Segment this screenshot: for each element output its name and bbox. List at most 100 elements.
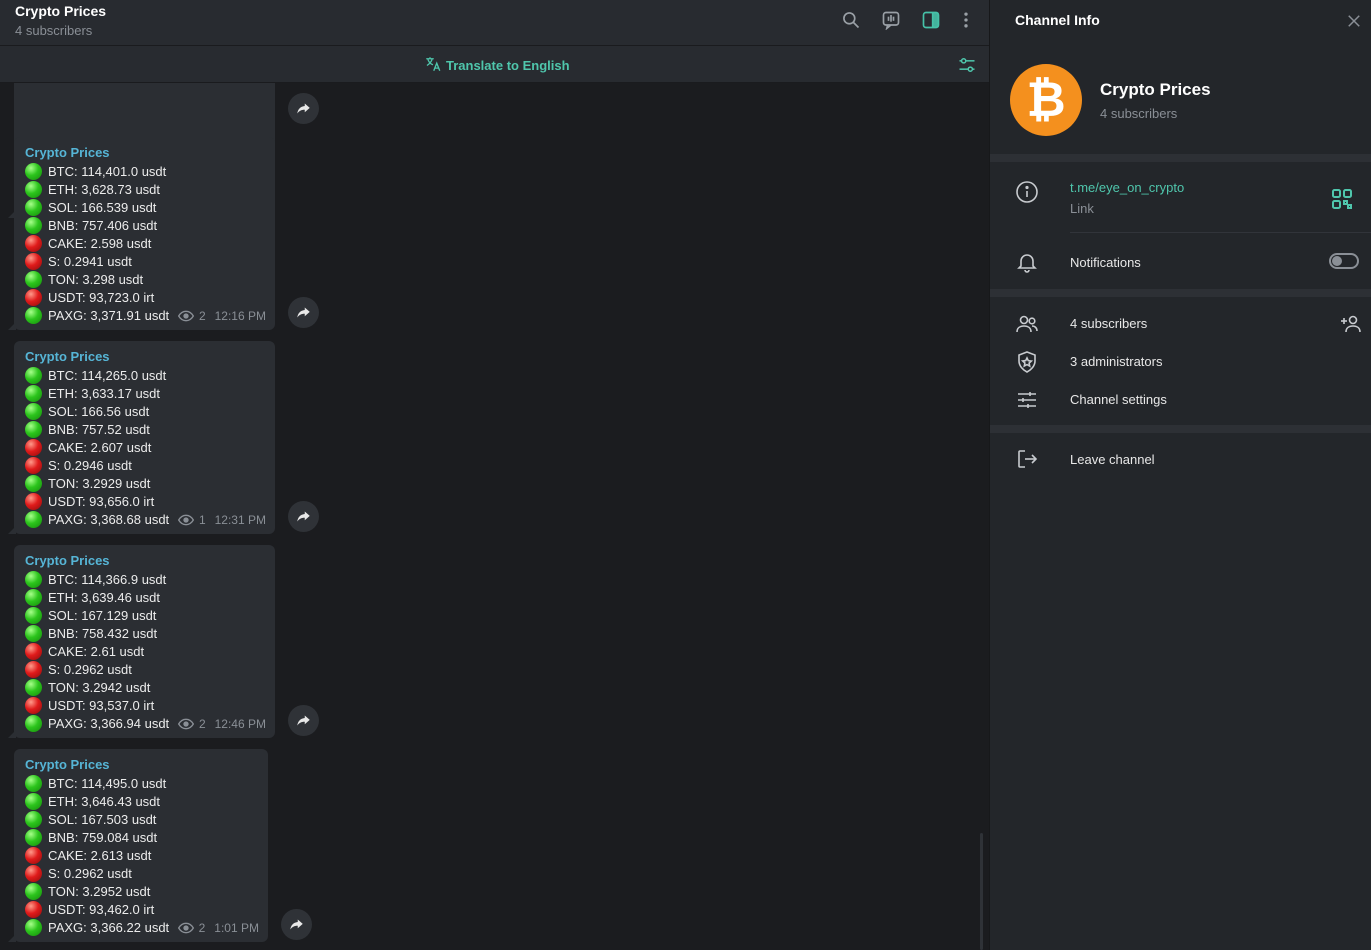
administrators-item[interactable]: 3 administrators: [1070, 354, 1162, 369]
sidebar-toggle-icon[interactable]: [920, 9, 942, 31]
scrollbar[interactable]: [980, 833, 983, 950]
info-icon: [1015, 180, 1039, 204]
price-row: S: 0.2962 usdt: [25, 864, 257, 882]
channel-info-panel: Channel Info ₿ Crypto Prices 4 subscribe…: [989, 0, 1371, 950]
red-circle-icon: [25, 456, 42, 474]
users-icon: [1015, 312, 1039, 336]
channel-name: Crypto Prices: [1100, 80, 1211, 99]
price-text: S: 0.2962 usdt: [48, 661, 132, 677]
message-bubble[interactable]: Crypto Prices BTC: 114,366.9 usdt ETH: 3,6…: [8, 545, 275, 738]
price-text: PAXG: 3,368.68 usdt: [48, 511, 170, 527]
price-text: BTC: 114,265.0 usdt: [48, 367, 167, 383]
price-text: S: 0.2941 usdt: [48, 253, 132, 269]
channel-avatar[interactable]: ₿: [1010, 64, 1082, 136]
message-bubble[interactable]: Crypto Prices BTC: 114,265.0 usdt ETH: 3,6…: [8, 341, 275, 534]
red-circle-icon: [25, 900, 42, 918]
translate-button[interactable]: Translate to English: [424, 55, 570, 76]
green-circle-icon: [25, 678, 42, 696]
price-text: ETH: 3,633.17 usdt: [48, 385, 161, 401]
message-sender[interactable]: Crypto Prices: [25, 348, 264, 366]
price-row: BNB: 759.084 usdt: [25, 828, 257, 846]
green-circle-icon: [25, 270, 42, 288]
price-text: PAXG: 3,366.94 usdt: [48, 715, 170, 731]
price-text: SOL: 166.56 usdt: [48, 403, 150, 419]
notifications-label: Notifications: [1070, 255, 1141, 270]
more-icon[interactable]: [955, 9, 977, 31]
message-meta: 2 12:46 PM: [177, 717, 266, 731]
price-row: CAKE: 2.613 usdt: [25, 846, 257, 864]
bubble-tail: [8, 730, 16, 738]
price-text: TON: 3.298 usdt: [48, 271, 144, 287]
eye-icon: [177, 718, 194, 730]
price-text: CAKE: 2.598 usdt: [48, 235, 152, 251]
price-row: USDT: 93,656.0 irt: [25, 492, 264, 510]
green-circle-icon: [25, 510, 42, 528]
message-list[interactable]: USDT: 93,909.0 irtPAXG: 3,373.99 usdt112…: [0, 83, 989, 950]
forward-arrow-icon: [297, 511, 310, 522]
price-row: SOL: 166.56 usdt: [25, 402, 264, 420]
chat-title[interactable]: Crypto Prices: [15, 3, 106, 19]
red-circle-icon: [25, 288, 42, 306]
shield-star-icon: [1015, 350, 1039, 374]
forward-arrow-icon: [297, 103, 310, 114]
forward-button[interactable]: [288, 297, 319, 328]
price-row: S: 0.2962 usdt: [25, 660, 264, 678]
forward-arrow-icon: [297, 715, 310, 726]
price-text: BNB: 757.406 usdt: [48, 217, 158, 233]
price-text: USDT: 93,723.0 irt: [48, 289, 155, 305]
forward-button[interactable]: [288, 705, 319, 736]
leave-channel-item[interactable]: Leave channel: [1070, 452, 1155, 467]
view-count: 2: [198, 717, 206, 731]
subscribers-item[interactable]: 4 subscribers: [1070, 316, 1147, 331]
price-row: ETH: 3,639.46 usdt: [25, 588, 264, 606]
message-bubble[interactable]: Crypto Prices BTC: 114,495.0 usdt ETH: 3,6…: [8, 749, 268, 942]
message-sender[interactable]: Crypto Prices: [25, 552, 264, 570]
view-count: 1: [198, 513, 206, 527]
price-text: TON: 3.2952 usdt: [48, 883, 151, 899]
qr-code-icon[interactable]: [1330, 187, 1352, 209]
price-row: BTC: 114,265.0 usdt: [25, 366, 264, 384]
divider: [1070, 232, 1371, 233]
close-icon[interactable]: [1345, 12, 1363, 30]
translate-label: Translate to English: [446, 58, 570, 73]
forward-button[interactable]: [288, 501, 319, 532]
price-row: BNB: 757.52 usdt: [25, 420, 264, 438]
forward-button[interactable]: [288, 93, 319, 124]
price-text: S: 0.2962 usdt: [48, 865, 132, 881]
price-text: ETH: 3,628.73 usdt: [48, 181, 161, 197]
green-circle-icon: [25, 918, 42, 936]
green-circle-icon: [25, 306, 42, 324]
bell-icon: [1015, 250, 1039, 274]
forward-button[interactable]: [281, 909, 312, 940]
live-stream-icon[interactable]: [880, 9, 902, 31]
translate-icon: [424, 55, 442, 76]
green-circle-icon: [25, 180, 42, 198]
green-circle-icon: [25, 420, 42, 438]
price-text: BNB: 759.084 usdt: [48, 829, 158, 845]
message-sender[interactable]: Crypto Prices: [25, 144, 264, 162]
message-bubble[interactable]: Crypto Prices BTC: 114,401.0 usdt ETH: 3,6…: [8, 137, 275, 330]
channel-link[interactable]: t.me/eye_on_crypto: [1070, 180, 1184, 195]
price-row: TON: 3.2942 usdt: [25, 678, 264, 696]
price-text: USDT: 93,537.0 irt: [48, 697, 155, 713]
price-text: SOL: 167.503 usdt: [48, 811, 157, 827]
notifications-toggle[interactable]: [1329, 253, 1359, 269]
chat-header[interactable]: Crypto Prices 4 subscribers: [0, 0, 989, 46]
message-sender[interactable]: Crypto Prices: [25, 756, 257, 774]
price-row: ETH: 3,628.73 usdt: [25, 180, 264, 198]
red-circle-icon: [25, 642, 42, 660]
green-circle-icon: [25, 714, 42, 732]
channel-settings-item[interactable]: Channel settings: [1070, 392, 1167, 407]
view-count: 2: [198, 309, 206, 323]
green-circle-icon: [25, 162, 42, 180]
translate-settings-icon[interactable]: [957, 55, 977, 75]
price-text: CAKE: 2.613 usdt: [48, 847, 152, 863]
eye-icon: [177, 310, 194, 322]
price-row: ETH: 3,646.43 usdt: [25, 792, 257, 810]
settings-sliders-icon: [1015, 388, 1039, 412]
search-icon[interactable]: [840, 9, 862, 31]
bubble-tail: [8, 526, 16, 534]
price-row: TON: 3.2929 usdt: [25, 474, 264, 492]
price-row: BNB: 758.432 usdt: [25, 624, 264, 642]
add-user-icon[interactable]: [1339, 312, 1363, 336]
